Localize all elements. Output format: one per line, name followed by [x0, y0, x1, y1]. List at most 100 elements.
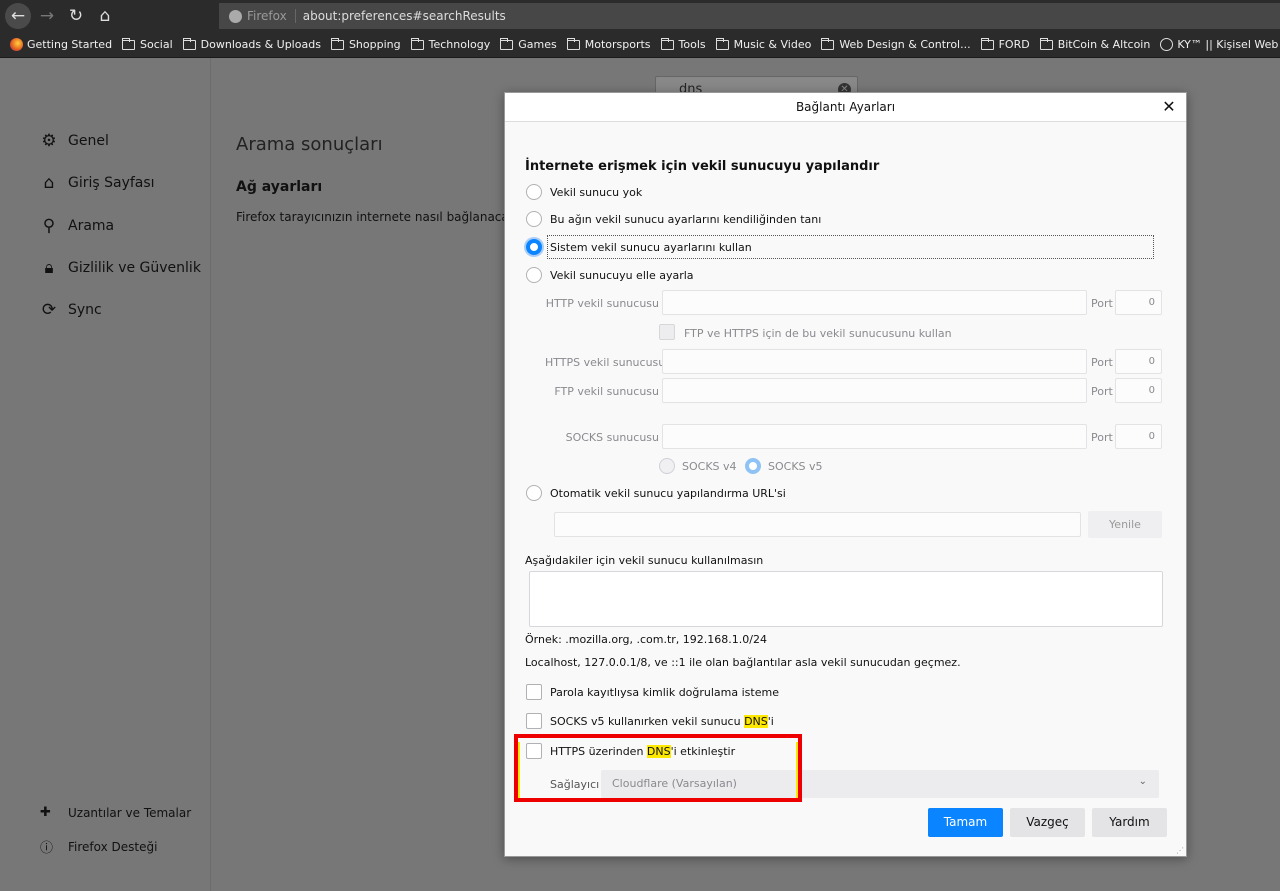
- bookmark-folder[interactable]: FORD: [980, 37, 1030, 51]
- home-icon: ⌂: [99, 6, 111, 26]
- resize-grip-icon[interactable]: ⋰: [1176, 846, 1184, 855]
- sidebar-item-general[interactable]: ⚙ Genel: [38, 131, 108, 151]
- close-icon[interactable]: ✕: [1160, 97, 1178, 116]
- socks-remote-dns-checkbox[interactable]: [526, 713, 542, 729]
- no-proxy-label: Aşağıdakiler için vekil sunucu kullanılm…: [525, 554, 764, 567]
- radio-manual-proxy[interactable]: [526, 267, 542, 283]
- socks-host-label: SOCKS sunucusu: [565, 431, 659, 444]
- arrow-left-icon: ←: [10, 6, 26, 26]
- connection-settings-dialog: Bağlantı Ayarları ✕ İnternete erişmek iç…: [504, 92, 1187, 857]
- ftp-port-input[interactable]: 0: [1115, 378, 1162, 403]
- firefox-icon: [229, 9, 242, 23]
- folder-icon: [330, 37, 344, 50]
- provider-select[interactable]: Cloudflare (Varsayılan) ⌄: [601, 770, 1159, 798]
- highlight-marker-right: [796, 742, 798, 798]
- sidebar-item-search[interactable]: ⚲ Arama: [38, 216, 114, 236]
- socks-host-input[interactable]: [662, 424, 1087, 449]
- preferences-sidebar: ⚙ Genel ⌂ Giriş Sayfası ⚲ Arama 🔒︎ Gizlilik …: [0, 58, 211, 891]
- http-proxy-label: HTTP vekil sunucusu: [545, 297, 659, 310]
- socks-port-label: Port: [1091, 431, 1113, 444]
- chevron-down-icon: ⌄: [1138, 776, 1147, 787]
- bookmark-folder[interactable]: Web Design & Control...: [821, 37, 971, 51]
- localhost-note: Localhost, 127.0.0.1/8, ve ::1 ile olan …: [525, 656, 961, 669]
- share-proxy-checkbox[interactable]: [659, 324, 675, 340]
- bookmark-folder[interactable]: Motorsports: [566, 37, 651, 51]
- https-port-label: Port: [1091, 356, 1113, 369]
- folder-icon: [660, 37, 674, 50]
- bookmark-folder[interactable]: Games: [500, 37, 557, 51]
- puzzle-icon: ✚: [40, 805, 51, 820]
- socks-v5-label: SOCKS v5: [768, 460, 823, 473]
- bookmark-item[interactable]: KY™ || Kişisel Web Sitesi: [1160, 38, 1280, 51]
- https-port-input[interactable]: 0: [1115, 349, 1162, 374]
- arrow-right-icon: →: [39, 6, 55, 26]
- ftp-proxy-label: FTP vekil sunucusu: [554, 385, 659, 398]
- proxy-heading: İnternete erişmek için vekil sunucuyu ya…: [525, 159, 880, 174]
- bookmark-folder[interactable]: Shopping: [330, 37, 401, 51]
- bookmark-folder[interactable]: Technology: [410, 37, 490, 51]
- sidebar-item-sync[interactable]: ⟳ Sync: [38, 300, 102, 320]
- radio-no-proxy-label: Vekil sunucu yok: [550, 186, 643, 199]
- back-button[interactable]: ←: [5, 3, 31, 29]
- bookmark-folder[interactable]: Music & Video: [715, 37, 811, 51]
- radio-socks-v4[interactable]: [659, 458, 675, 474]
- radio-socks-v5[interactable]: [745, 458, 761, 474]
- home-button[interactable]: ⌂: [92, 3, 118, 29]
- url-bar[interactable]: Firefox about:preferences#searchResults: [219, 3, 1280, 29]
- no-proxy-example: Örnek: .mozilla.org, .com.tr, 192.168.1.…: [525, 633, 767, 646]
- folder-icon: [980, 37, 994, 50]
- http-port-input[interactable]: 0: [1115, 290, 1162, 315]
- radio-pac-url[interactable]: [526, 485, 542, 501]
- reload-button[interactable]: ↻: [63, 3, 89, 29]
- radio-no-proxy[interactable]: [526, 184, 542, 200]
- autologin-label: Parola kayıtlıysa kimlik doğrulama istem…: [550, 686, 779, 699]
- sidebar-addons-link[interactable]: ✚ Uzantılar ve Temalar: [40, 805, 191, 820]
- reload-pac-button[interactable]: Yenile: [1088, 511, 1162, 538]
- radio-system-proxy[interactable]: [526, 239, 542, 255]
- autologin-checkbox[interactable]: [526, 684, 542, 700]
- sync-icon: ⟳: [41, 300, 57, 320]
- socks-v4-label: SOCKS v4: [682, 460, 737, 473]
- bookmark-folder[interactable]: Tools: [660, 37, 706, 51]
- pac-url-input[interactable]: [554, 512, 1081, 537]
- socks-port-input[interactable]: 0: [1115, 424, 1162, 449]
- lock-icon: 🔒︎: [44, 258, 54, 278]
- ok-button[interactable]: Tamam: [928, 808, 1003, 837]
- section-title: Ağ ayarları: [236, 179, 323, 195]
- http-proxy-input[interactable]: [662, 290, 1087, 315]
- firefox-icon: [10, 38, 23, 51]
- share-proxy-label: FTP ve HTTPS için de bu vekil sunucusunu…: [684, 327, 952, 340]
- bookmark-folder[interactable]: BitCoin & Altcoin: [1039, 37, 1150, 51]
- search-icon: ⚲: [42, 216, 56, 236]
- no-proxy-textarea[interactable]: [529, 571, 1163, 627]
- section-description: Firefox tarayıcınızın internete nasıl ba…: [236, 210, 517, 224]
- https-proxy-label: HTTPS vekil sunucusu: [545, 356, 666, 369]
- url-text[interactable]: about:preferences#searchResults: [303, 9, 506, 23]
- help-button[interactable]: Yardım: [1092, 808, 1167, 837]
- folder-icon: [122, 37, 136, 50]
- https-proxy-input[interactable]: [662, 349, 1087, 374]
- dns-over-https-checkbox[interactable]: [526, 743, 542, 759]
- dns-over-https-label: HTTPS üzerinden DNS'i etkinleştir: [550, 745, 736, 758]
- sidebar-support-link[interactable]: ⓘ Firefox Desteği: [40, 837, 157, 857]
- ftp-proxy-input[interactable]: [662, 378, 1087, 403]
- home-icon: ⌂: [43, 173, 55, 193]
- sidebar-item-privacy[interactable]: 🔒︎ Gizlilik ve Güvenlik: [38, 258, 200, 278]
- bookmark-folder[interactable]: Downloads & Uploads: [182, 37, 321, 51]
- radio-auto-detect[interactable]: [526, 211, 542, 227]
- ftp-port-label: Port: [1091, 385, 1113, 398]
- bookmark-item[interactable]: Getting Started: [10, 38, 112, 51]
- sidebar-item-home[interactable]: ⌂ Giriş Sayfası: [38, 173, 155, 193]
- radio-pac-url-label: Otomatik vekil sunucu yapılandırma URL's…: [550, 487, 786, 500]
- cancel-button[interactable]: Vazgeç: [1010, 808, 1085, 837]
- bookmarks-bar: Getting Started Social Downloads & Uploa…: [0, 32, 1280, 58]
- provider-value: Cloudflare (Varsayılan): [612, 777, 737, 790]
- folder-icon: [1039, 37, 1053, 50]
- bookmark-folder[interactable]: Social: [122, 37, 173, 51]
- radio-auto-detect-label: Bu ağın vekil sunucu ayarlarını kendiliğ…: [550, 213, 822, 226]
- highlight-marker-left: [518, 742, 520, 798]
- identity-label: Firefox: [247, 9, 296, 23]
- folder-icon: [182, 37, 196, 50]
- forward-button[interactable]: →: [34, 3, 60, 29]
- folder-icon: [500, 37, 514, 50]
